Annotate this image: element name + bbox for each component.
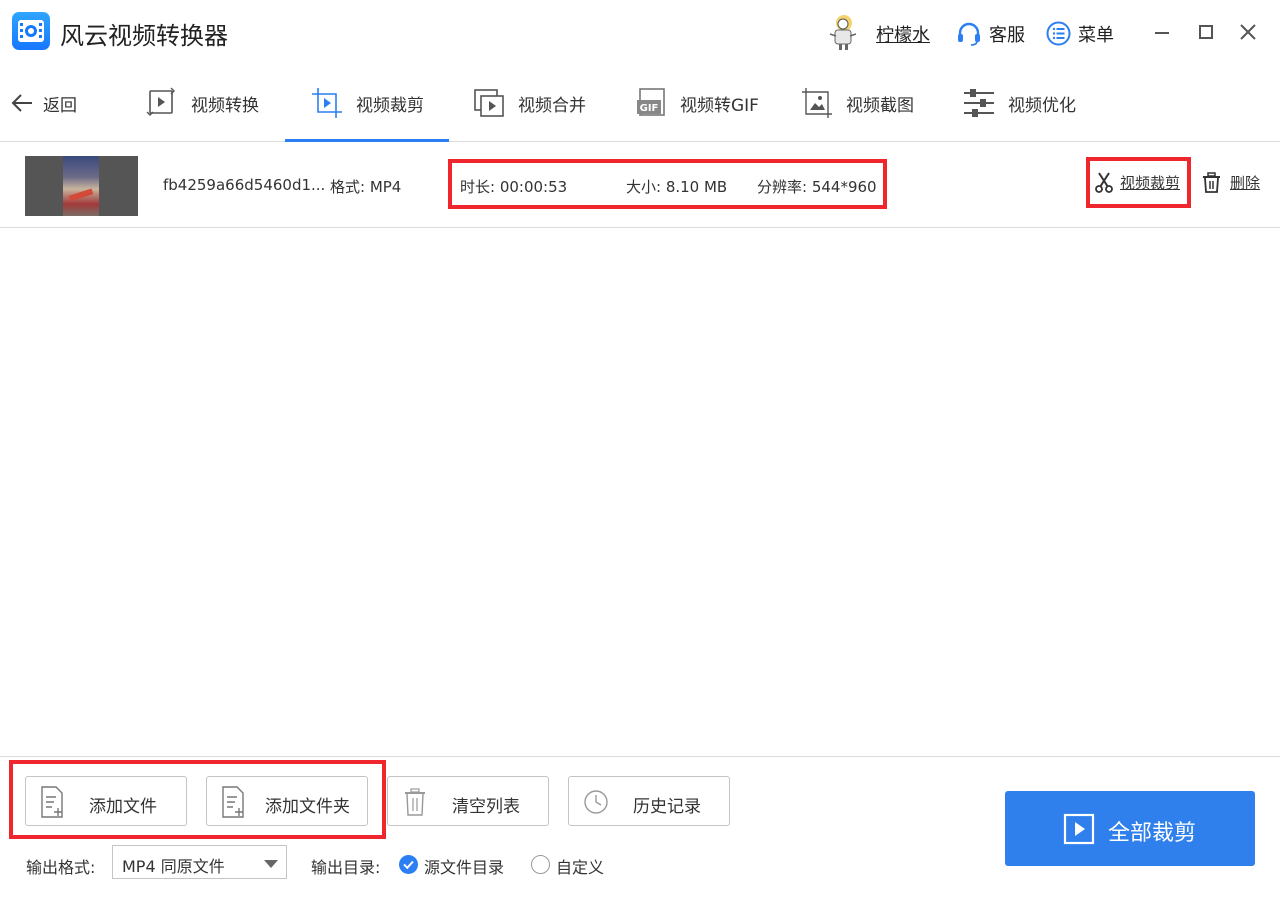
history-button[interactable]: 历史记录 bbox=[568, 776, 730, 826]
video-convert-icon bbox=[146, 87, 175, 116]
clear-list-button[interactable]: 清空列表 bbox=[387, 776, 549, 826]
screenshot-icon bbox=[802, 88, 832, 118]
add-folder-button[interactable]: 添加文件夹 bbox=[206, 776, 368, 826]
tab-label: 视频合并 bbox=[518, 95, 586, 116]
output-format-label: 输出格式: bbox=[26, 858, 96, 877]
back-button[interactable]: 返回 bbox=[10, 90, 77, 116]
tab-label: 视频转GIF bbox=[680, 95, 759, 116]
clear-list-label: 清空列表 bbox=[452, 797, 520, 817]
output-format-value: MP4 同原文件 bbox=[122, 857, 225, 876]
crop-video-label: 视频裁剪 bbox=[1120, 173, 1181, 192]
clear-list-icon bbox=[405, 788, 425, 816]
app-title: 风云视频转换器 bbox=[60, 22, 228, 50]
menu-icon[interactable] bbox=[1046, 21, 1071, 46]
chevron-down-icon bbox=[264, 860, 278, 868]
radio-custom-dir-label[interactable]: 自定义 bbox=[556, 854, 604, 878]
add-file-button[interactable]: 添加文件 bbox=[25, 776, 187, 826]
menu-label[interactable]: 菜单 bbox=[1078, 21, 1114, 47]
back-label: 返回 bbox=[43, 95, 77, 116]
add-folder-label: 添加文件夹 bbox=[265, 797, 350, 817]
file-format: 格式: MP4 bbox=[330, 178, 402, 196]
crop-video-link[interactable]: 视频裁剪 bbox=[1094, 171, 1180, 193]
radio-source-dir-label[interactable]: 源文件目录 bbox=[424, 854, 504, 878]
video-crop-icon bbox=[312, 88, 342, 118]
title-bar: 风云视频转换器 柠檬水 客服 菜单 bbox=[0, 0, 1280, 64]
app-logo-icon bbox=[12, 12, 50, 50]
tab-video-crop[interactable]: 视频裁剪 bbox=[310, 64, 424, 142]
support-label[interactable]: 客服 bbox=[989, 21, 1025, 47]
video-thumbnail bbox=[25, 156, 138, 216]
add-folder-icon bbox=[222, 786, 244, 818]
output-format-select[interactable]: MP4 同原文件 bbox=[112, 845, 287, 879]
maximize-icon[interactable] bbox=[1192, 18, 1220, 46]
minimize-icon[interactable] bbox=[1148, 18, 1176, 46]
file-duration: 时长: 00:00:53 bbox=[460, 178, 568, 196]
tab-video-screenshot[interactable]: 视频截图 bbox=[800, 64, 914, 142]
nav-bar: 返回 视频转换 视频裁剪 视频合并 GIF 视频转GIF 视频截图 视频优化 bbox=[0, 64, 1280, 142]
tab-label: 视频裁剪 bbox=[356, 95, 424, 116]
file-list-row[interactable]: fb4259a66d5460d1... 格式: MP4 时长: 00:00:53… bbox=[0, 143, 1280, 228]
svg-text:GIF: GIF bbox=[640, 103, 659, 114]
delete-label: 删除 bbox=[1230, 174, 1261, 192]
user-avatar-icon[interactable] bbox=[824, 12, 862, 52]
headset-icon[interactable] bbox=[956, 21, 982, 47]
username-link[interactable]: 柠檬水 bbox=[876, 21, 930, 47]
arrow-left-icon bbox=[11, 94, 32, 112]
radio-custom-dir[interactable] bbox=[531, 855, 550, 874]
delete-link[interactable]: 删除 bbox=[1202, 172, 1260, 193]
tab-video-gif[interactable]: GIF 视频转GIF bbox=[634, 64, 759, 142]
file-resolution: 分辨率: 544*960 bbox=[757, 178, 877, 196]
tab-label: 视频截图 bbox=[846, 95, 914, 116]
close-icon[interactable] bbox=[1234, 18, 1262, 46]
play-icon bbox=[1063, 813, 1095, 845]
radio-source-dir[interactable] bbox=[399, 855, 418, 874]
add-file-icon bbox=[41, 786, 63, 818]
trash-icon bbox=[1203, 172, 1220, 193]
bottom-divider bbox=[0, 756, 1280, 757]
tab-video-optimize[interactable]: 视频优化 bbox=[962, 64, 1076, 142]
video-merge-icon bbox=[474, 89, 504, 117]
scissors-icon bbox=[1095, 172, 1113, 193]
crop-all-label: 全部裁剪 bbox=[1108, 821, 1197, 846]
file-name: fb4259a66d5460d1... bbox=[163, 176, 326, 194]
tab-label: 视频优化 bbox=[1008, 95, 1076, 116]
crop-all-button[interactable]: 全部裁剪 bbox=[1005, 791, 1255, 866]
history-label: 历史记录 bbox=[633, 797, 701, 817]
active-tab-indicator bbox=[285, 139, 449, 142]
tab-video-convert[interactable]: 视频转换 bbox=[145, 64, 259, 142]
add-file-label: 添加文件 bbox=[89, 797, 157, 817]
file-size: 大小: 8.10 MB bbox=[626, 178, 728, 196]
tab-label: 视频转换 bbox=[191, 95, 259, 116]
gif-icon: GIF bbox=[637, 88, 665, 116]
clock-icon bbox=[584, 790, 608, 814]
output-dir-label: 输出目录: bbox=[311, 858, 381, 877]
tab-video-merge[interactable]: 视频合并 bbox=[472, 64, 586, 142]
optimize-icon bbox=[964, 89, 994, 117]
